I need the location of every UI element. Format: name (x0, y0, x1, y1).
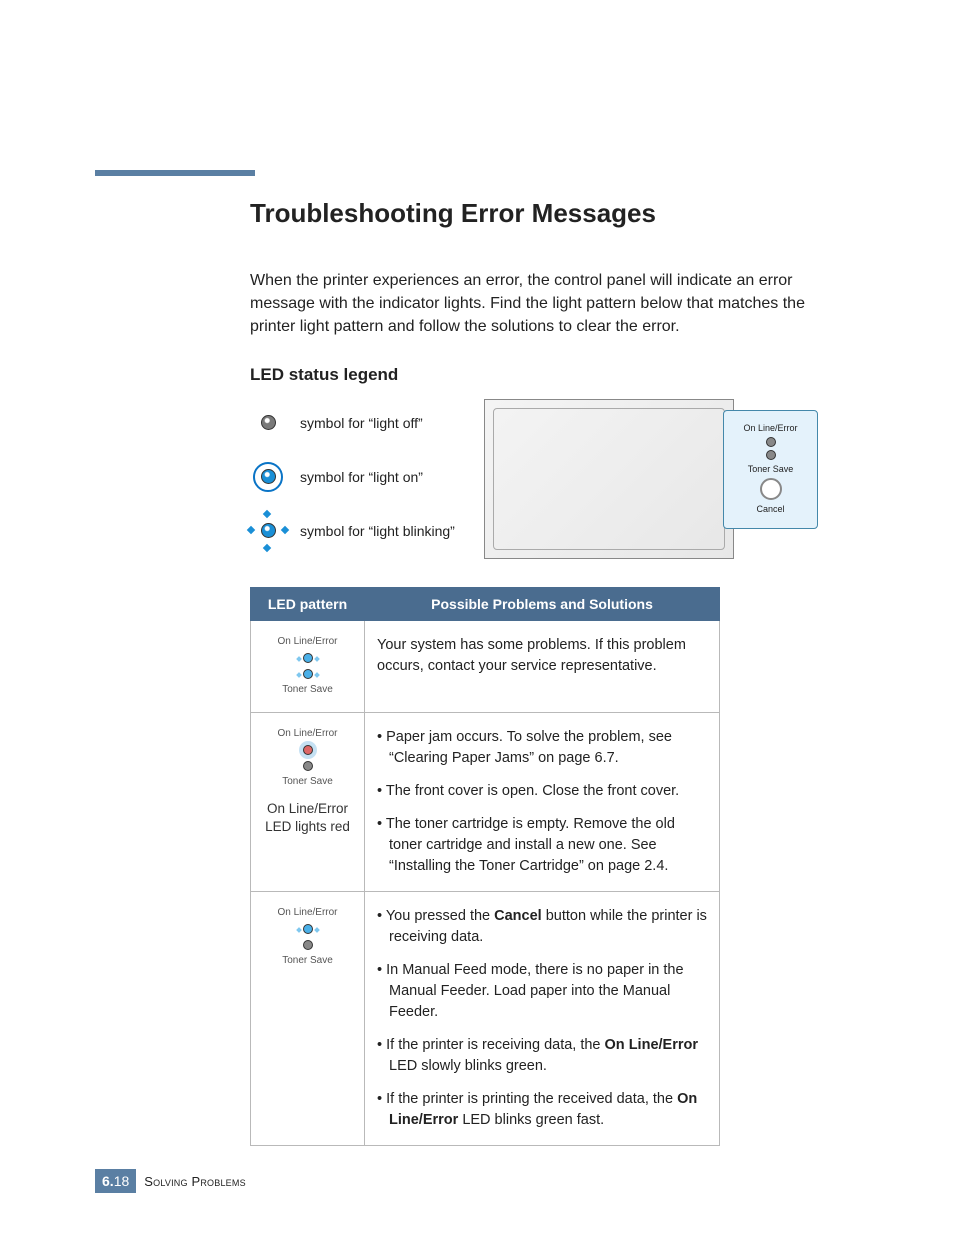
page-heading: Troubleshooting Error Messages (250, 198, 810, 229)
legend-label: symbol for “light off” (300, 415, 423, 431)
list-item: The toner cartridge is empty. Remove the… (377, 814, 707, 877)
list-item: If the printer is receiving data, the On… (377, 1035, 707, 1077)
list-item: In Manual Feed mode, there is no paper i… (377, 960, 707, 1023)
solution-cell: You pressed the Cancel button while the … (365, 891, 720, 1145)
mini-led-online-icon (303, 924, 313, 934)
intro-paragraph: When the printer experiences an error, t… (250, 269, 810, 339)
legend-area: symbol for “light off” symbol for “light… (250, 399, 810, 559)
pattern-cell: On Line/Error Toner Save (251, 891, 365, 1145)
pattern-sublabel: On Line/Error LED lights red (263, 800, 352, 836)
solution-list: You pressed the Cancel button while the … (377, 906, 707, 1131)
table-row: On Line/Error Toner Save On Line/Error L… (251, 712, 720, 891)
mini-led-online-icon (303, 653, 313, 663)
panel-label-cancel: Cancel (728, 504, 813, 514)
legend-item-off: symbol for “light off” (250, 405, 470, 441)
page-number-box: 6.18 (95, 1169, 136, 1193)
legend-list: symbol for “light off” symbol for “light… (250, 399, 470, 559)
legend-title: LED status legend (250, 365, 810, 385)
mini-led-toner-icon (303, 761, 313, 771)
list-item: If the printer is printing the received … (377, 1089, 707, 1131)
legend-label: symbol for “light on” (300, 469, 423, 485)
page-number: 18 (114, 1173, 130, 1189)
led-blink-icon (250, 513, 286, 549)
panel-led-toner-icon (766, 450, 776, 460)
section-rule (95, 170, 255, 176)
panel-led-online-icon (766, 437, 776, 447)
panel-cancel-button-icon (760, 478, 782, 500)
legend-item-blink: symbol for “light blinking” (250, 513, 470, 549)
mini-led-online-icon (303, 745, 313, 755)
pattern-cell: On Line/Error Toner Save (251, 620, 365, 712)
table-header-solutions: Possible Problems and Solutions (365, 587, 720, 620)
solution-cell: Paper jam occurs. To solve the problem, … (365, 712, 720, 891)
mini-led-toner-icon (303, 669, 313, 679)
page-footer: 6.18 Solving Problems (95, 1169, 246, 1193)
led-off-icon (250, 405, 286, 441)
table-row: On Line/Error Toner Save You pressed the… (251, 891, 720, 1145)
led-pattern-table: LED pattern Possible Problems and Soluti… (250, 587, 720, 1146)
mini-label: Toner Save (282, 683, 333, 698)
footer-title: Solving Problems (144, 1174, 246, 1189)
legend-label: symbol for “light blinking” (300, 523, 455, 539)
mini-label: On Line/Error (277, 906, 337, 921)
mini-label: On Line/Error (277, 635, 337, 650)
led-on-icon (250, 459, 286, 495)
mini-led-toner-icon (303, 940, 313, 950)
solution-cell: Your system has some problems. If this p… (365, 620, 720, 712)
list-item: The front cover is open. Close the front… (377, 781, 707, 802)
table-row: On Line/Error Toner Save Your system has… (251, 620, 720, 712)
chapter-number: 6. (102, 1173, 114, 1189)
pattern-cell: On Line/Error Toner Save On Line/Error L… (251, 712, 365, 891)
legend-item-on: symbol for “light on” (250, 459, 470, 495)
mini-label: Toner Save (282, 775, 333, 790)
list-item: Paper jam occurs. To solve the problem, … (377, 727, 707, 769)
control-panel-callout: On Line/Error Toner Save Cancel (723, 410, 818, 529)
table-header-pattern: LED pattern (251, 587, 365, 620)
printer-illustration: On Line/Error Toner Save Cancel (484, 399, 734, 559)
panel-label-online: On Line/Error (728, 423, 813, 433)
panel-label-toner: Toner Save (728, 464, 813, 474)
mini-label: Toner Save (282, 954, 333, 969)
list-item: You pressed the Cancel button while the … (377, 906, 707, 948)
solution-list: Paper jam occurs. To solve the problem, … (377, 727, 707, 877)
mini-label: On Line/Error (277, 727, 337, 742)
